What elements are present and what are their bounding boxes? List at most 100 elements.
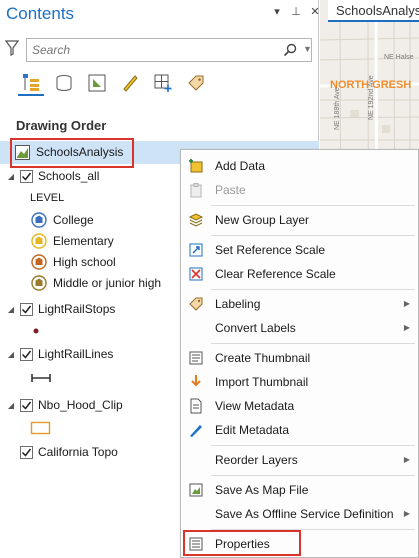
collapse-icon[interactable]: ◢ <box>6 401 16 410</box>
menu-item-label: Create Thumbnail <box>215 351 311 365</box>
layer-visibility-checkbox[interactable] <box>20 169 33 183</box>
pane-title: Contents <box>6 4 75 23</box>
layer-nbo-hood-clip[interactable]: ◢ Nbo_Hood_Clip <box>6 395 123 415</box>
edit-icon <box>188 422 204 438</box>
search-box: ▼ <box>26 38 312 62</box>
line-symbol-icon <box>30 370 52 386</box>
layer-name: Nbo_Hood_Clip <box>38 398 123 412</box>
thumbnail-icon <box>188 350 204 366</box>
submenu-arrow-icon: ▶ <box>403 455 410 464</box>
menu-item-label: Edit Metadata <box>215 423 290 437</box>
layer-light-rail-lines[interactable]: ◢ LightRailLines <box>6 344 113 364</box>
menu-item-label: Reorder Layers <box>215 453 298 467</box>
legend-label: College <box>53 213 94 227</box>
menu-item-label: Convert Labels <box>215 321 296 335</box>
list-by-snapping-icon[interactable] <box>150 70 176 96</box>
menu-item-edit-metadata[interactable]: Edit Metadata <box>181 419 418 441</box>
menu-item-save-as-map-file[interactable]: Save As Map File <box>181 479 418 501</box>
layer-california-topo[interactable]: California Topo <box>16 442 118 462</box>
labeling-icon <box>188 296 204 312</box>
legend-item: High school <box>31 252 116 272</box>
add-data-icon <box>188 158 204 174</box>
map-tab-title: SchoolsAnalysis <box>336 2 419 18</box>
menu-item-paste[interactable]: Paste <box>181 179 418 201</box>
list-by-labeling-icon[interactable] <box>183 70 209 96</box>
layer-visibility-checkbox[interactable] <box>20 302 33 316</box>
layer-visibility-checkbox[interactable] <box>20 398 33 412</box>
save-map-icon <box>188 482 204 498</box>
layer-visibility-checkbox[interactable] <box>20 347 33 361</box>
menu-item-label: Properties <box>215 537 270 551</box>
menu-item-view-metadata[interactable]: View Metadata <box>181 395 418 417</box>
street-label: NE Halse <box>384 54 414 61</box>
school-college-icon <box>31 212 47 228</box>
menu-item-label: Import Thumbnail <box>215 375 309 389</box>
layer-light-rail-stops[interactable]: ◢ LightRailStops <box>6 299 115 319</box>
map-tab[interactable]: SchoolsAnalysis <box>328 0 419 22</box>
menu-item-label: New Group Layer <box>215 213 310 227</box>
menu-item-clear-reference-scale[interactable]: Clear Reference Scale <box>181 263 418 285</box>
legend-item: Middle or junior high <box>31 273 161 293</box>
list-by-editing-icon[interactable] <box>117 70 143 96</box>
menu-item-label: Paste <box>215 183 246 197</box>
map-name: SchoolsAnalysis <box>36 145 124 159</box>
menu-item-new-group-layer[interactable]: New Group Layer <box>181 209 418 231</box>
menu-item-convert-labels[interactable]: Convert Labels ▶ <box>181 317 418 339</box>
collapse-icon[interactable]: ◢ <box>6 305 16 314</box>
legend-item: Elementary <box>31 231 114 251</box>
search-icon[interactable] <box>283 43 297 57</box>
group-layer-icon <box>188 212 204 228</box>
search-dropdown-icon[interactable]: ▼ <box>303 44 312 54</box>
school-high-icon <box>31 254 47 270</box>
clear-scale-icon <box>188 266 204 282</box>
filter-icon[interactable] <box>5 40 19 56</box>
layer-visibility-checkbox[interactable] <box>20 445 33 459</box>
menu-item-labeling[interactable]: Labeling ▶ <box>181 293 418 315</box>
menu-item-add-data[interactable]: Add Data <box>181 155 418 177</box>
polygon-symbol-icon <box>30 420 52 436</box>
collapse-icon[interactable]: ◢ <box>6 350 16 359</box>
list-by-selection-icon[interactable] <box>84 70 110 96</box>
layer-name: LightRailLines <box>38 347 114 361</box>
pane-controls: ▾ ⊥ ✕ <box>271 5 321 18</box>
menu-item-import-thumbnail[interactable]: Import Thumbnail <box>181 371 418 393</box>
legend-label: High school <box>53 255 116 269</box>
school-middle-icon <box>31 275 47 291</box>
collapse-icon[interactable]: ◢ <box>6 172 16 181</box>
menu-separator <box>211 529 415 530</box>
menu-item-reorder-layers[interactable]: Reorder Layers ▶ <box>181 449 418 471</box>
paste-icon <box>188 182 204 198</box>
legend-item: College <box>31 210 94 230</box>
menu-separator <box>211 343 415 344</box>
list-by-data-source-icon[interactable] <box>51 70 77 96</box>
menu-item-set-reference-scale[interactable]: Set Reference Scale <box>181 239 418 261</box>
menu-item-label: Labeling <box>215 297 261 311</box>
import-icon <box>188 374 204 390</box>
pane-options-button[interactable]: ▾ <box>271 5 283 18</box>
layer-name: Schools_all <box>38 169 100 183</box>
set-scale-icon <box>188 242 204 258</box>
menu-item-save-as-offline-service-definition[interactable]: Save As Offline Service Definition ▶ <box>181 503 418 525</box>
menu-item-label: View Metadata <box>215 399 295 413</box>
legend-item <box>30 418 58 438</box>
point-symbol-icon <box>30 322 46 338</box>
legend-item <box>30 320 52 340</box>
menu-separator <box>211 475 415 476</box>
list-by-drawing-order-icon[interactable] <box>18 70 44 96</box>
menu-item-label: Save As Map File <box>215 483 309 497</box>
search-input[interactable] <box>27 39 267 61</box>
legend-item <box>30 368 58 388</box>
menu-item-properties[interactable]: Properties <box>181 533 418 555</box>
menu-separator <box>211 445 415 446</box>
contents-toolbar <box>18 70 209 96</box>
layer-name: California Topo <box>38 445 118 459</box>
submenu-arrow-icon: ▶ <box>403 299 410 308</box>
map-item[interactable]: SchoolsAnalysis <box>14 142 123 162</box>
layer-schools-all[interactable]: ◢ Schools_all <box>6 166 99 186</box>
legend-heading-label: LEVEL <box>30 192 65 204</box>
menu-item-create-thumbnail[interactable]: Create Thumbnail <box>181 347 418 369</box>
street-label: NE 192nd Ave <box>368 75 375 120</box>
context-menu: Add Data Paste New Group Layer Set Refer… <box>180 149 419 558</box>
submenu-arrow-icon: ▶ <box>403 509 410 518</box>
pane-pin-button[interactable]: ⊥ <box>290 5 302 18</box>
